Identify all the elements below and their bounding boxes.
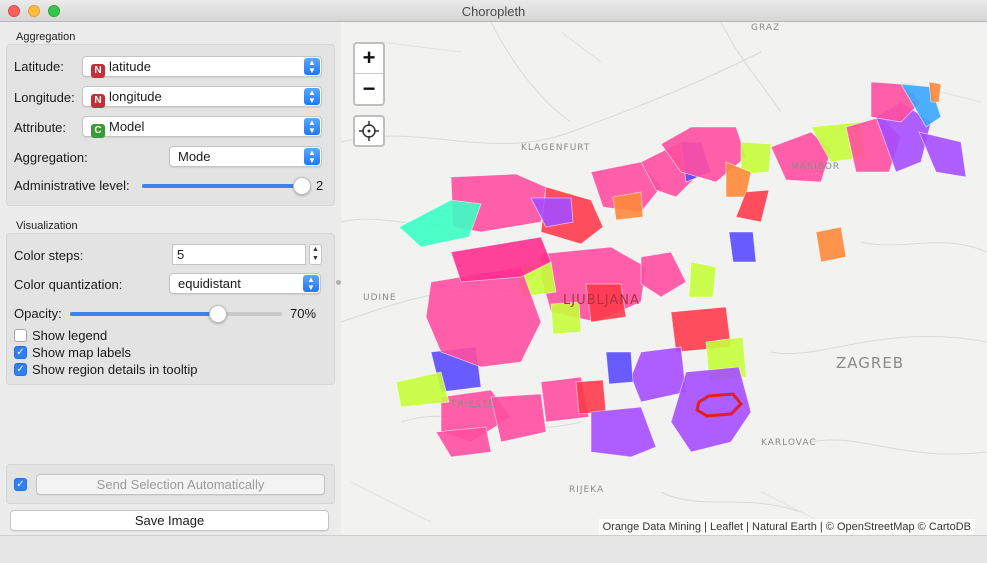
window-title: Choropleth <box>461 4 526 19</box>
zoom-out-button[interactable]: − <box>355 75 383 105</box>
region-polygon[interactable] <box>425 266 542 368</box>
latitude-combo[interactable]: Nlatitude ▲ ▼ <box>82 56 322 78</box>
color-steps-stepper[interactable]: ▲ ▼ <box>309 244 322 265</box>
opacity-value: 70% <box>290 306 317 321</box>
color-quantization-label: Color quantization: <box>14 277 123 292</box>
show-region-details-label: Show region details in tooltip <box>32 362 198 377</box>
aggregation-label: Aggregation: <box>14 150 88 165</box>
visualization-section-title: Visualization <box>16 220 78 232</box>
color-steps-label: Color steps: <box>14 248 84 263</box>
show-region-details-checkbox[interactable]: ✓ <box>14 363 27 376</box>
longitude-label: Longitude: <box>14 90 75 105</box>
control-panel: Aggregation Latitude: Nlatitude ▲ ▼ Longi… <box>0 22 341 535</box>
map-canvas[interactable]: GRAZ KLAGENFURT MARIBOR UDINE LJUBLJANA ZAGRE… <box>341 22 987 535</box>
color-quantization-combo[interactable]: equidistant ▲ ▼ <box>169 273 321 294</box>
region-polygon[interactable] <box>490 393 547 443</box>
region-polygon[interactable] <box>398 199 482 248</box>
updown-chevron-icon: ▲ ▼ <box>304 148 320 165</box>
region-polygon[interactable] <box>395 371 450 408</box>
admin-level-slider-handle[interactable] <box>293 177 311 195</box>
city-label: TRIESTE <box>450 400 495 410</box>
city-label: LJUBLJANA <box>563 293 640 308</box>
region-polygon[interactable] <box>590 406 657 458</box>
latitude-label: Latitude: <box>14 59 64 74</box>
latitude-value: latitude <box>109 59 151 74</box>
show-legend-label: Show legend <box>32 328 108 343</box>
admin-level-value: 2 <box>316 178 324 193</box>
city-label: KARLOVAC <box>761 438 817 448</box>
send-automatically-checkbox[interactable]: ✓ <box>14 478 27 491</box>
numeric-variable-icon: N <box>91 64 105 78</box>
choropleth-window: Choropleth Aggregation Latitude: Nlatitu… <box>0 0 987 563</box>
region-polygon[interactable] <box>688 261 717 298</box>
city-label: MARIBOR <box>791 162 840 172</box>
opacity-slider-fill <box>70 312 218 316</box>
color-steps-input[interactable]: 5 <box>172 244 306 265</box>
opacity-slider[interactable] <box>70 305 282 323</box>
updown-chevron-icon: ▲ ▼ <box>304 58 320 75</box>
save-image-button[interactable]: Save Image <box>10 510 329 531</box>
region-polygon[interactable] <box>435 426 492 458</box>
longitude-value: longitude <box>109 89 162 104</box>
map-view[interactable]: GRAZ KLAGENFURT MARIBOR UDINE LJUBLJANA ZAGRE… <box>341 22 987 535</box>
show-legend-checkbox[interactable] <box>14 329 27 342</box>
categorical-variable-icon: C <box>91 124 105 138</box>
region-polygon[interactable] <box>630 346 687 403</box>
region-polygon[interactable] <box>575 379 607 415</box>
city-label: RIJEKA <box>569 485 604 495</box>
color-quantization-value: equidistant <box>178 276 241 291</box>
admin-level-slider[interactable] <box>142 177 311 195</box>
attribute-combo[interactable]: C Model ▲ ▼ <box>82 116 322 138</box>
aggregation-combo[interactable]: Mode ▲ ▼ <box>169 146 322 167</box>
region-polygon[interactable] <box>728 231 757 263</box>
attribute-label: Attribute: <box>14 120 67 135</box>
zoom-in-button[interactable]: + <box>355 44 383 74</box>
zoom-control: + − <box>353 42 385 106</box>
attribute-value: Model <box>109 119 145 134</box>
region-polygon[interactable] <box>640 251 687 298</box>
send-selection-button[interactable]: Send Selection Automatically <box>36 474 325 495</box>
title-bar: Choropleth <box>0 0 987 22</box>
region-polygon[interactable] <box>928 81 942 103</box>
admin-level-slider-fill <box>142 184 302 188</box>
show-map-labels-label: Show map labels <box>32 345 131 360</box>
map-attribution: Orange Data Mining | Leaflet | Natural E… <box>598 519 975 535</box>
admin-level-label: Administrative level: <box>14 178 130 193</box>
updown-chevron-icon: ▲ ▼ <box>304 88 320 105</box>
region-polygon[interactable] <box>815 226 847 263</box>
numeric-variable-icon: N <box>91 94 105 108</box>
aggregation-section-title: Aggregation <box>16 31 76 43</box>
opacity-slider-handle[interactable] <box>209 305 227 323</box>
city-label: ZAGREB <box>836 354 904 372</box>
city-label: KLAGENFURT <box>521 143 590 153</box>
show-map-labels-checkbox[interactable]: ✓ <box>14 346 27 359</box>
status-bar <box>0 535 987 563</box>
longitude-combo[interactable]: Nlongitude ▲ ▼ <box>82 86 322 108</box>
region-polygon[interactable] <box>605 351 634 385</box>
aggregation-value: Mode <box>178 149 211 164</box>
city-label: UDINE <box>363 293 397 303</box>
region-polygon[interactable] <box>740 141 772 175</box>
locate-button[interactable] <box>353 115 385 147</box>
city-label: GRAZ <box>751 23 780 33</box>
region-polygon[interactable] <box>918 131 967 178</box>
crosshair-icon <box>359 121 379 141</box>
updown-chevron-icon: ▲ ▼ <box>304 118 320 135</box>
region-polygon[interactable] <box>612 191 644 221</box>
opacity-label: Opacity: <box>14 306 62 321</box>
updown-chevron-icon: ▲ ▼ <box>303 275 319 292</box>
